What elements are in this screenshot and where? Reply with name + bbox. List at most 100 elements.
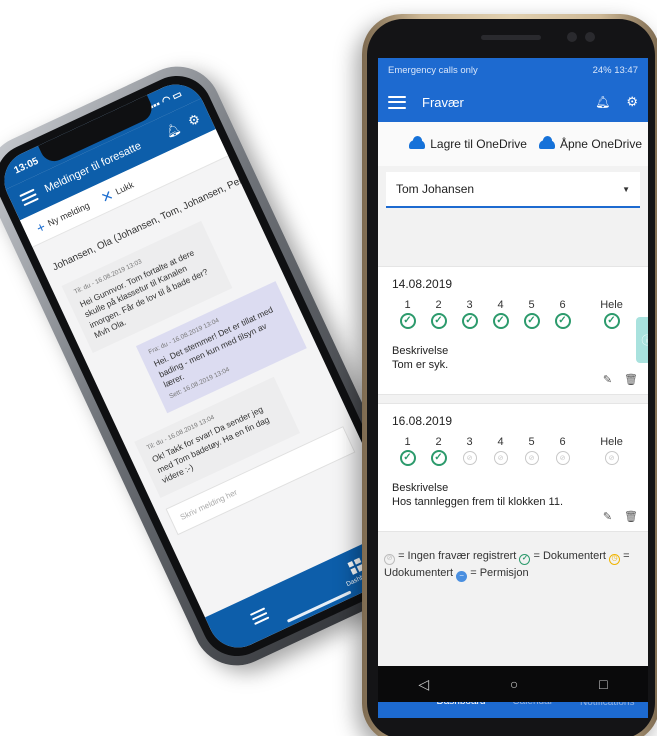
- gear-icon[interactable]: ⚙: [186, 111, 203, 130]
- absence-date: 16.08.2019: [392, 414, 453, 428]
- permission-icon: –: [456, 570, 468, 582]
- period-number: 2: [435, 436, 442, 448]
- home-icon[interactable]: ○: [510, 676, 518, 692]
- menu-icon[interactable]: [19, 188, 39, 207]
- save-to-onedrive-label: Lagre til OneDrive: [430, 137, 527, 151]
- earpiece-speaker: [481, 35, 541, 40]
- period-cell: 2 ✓: [423, 436, 454, 466]
- open-onedrive-label: Åpne OneDrive: [559, 137, 642, 151]
- period-number: 5: [528, 436, 535, 448]
- no-absence-icon: ⊘: [555, 451, 570, 465]
- status-carrier-text: Emergency calls only: [388, 64, 478, 76]
- period-number: 4: [497, 299, 504, 311]
- ios-status-time: 13:05: [12, 155, 41, 177]
- no-absence-icon: ⊘: [384, 553, 395, 565]
- period-number: 6: [559, 436, 566, 448]
- legend-documented: = Dokumentert: [533, 550, 606, 562]
- info-tab[interactable]: ⓘ: [636, 317, 648, 363]
- period-cell: 6 ⊘: [547, 436, 578, 466]
- plus-icon: +: [33, 217, 48, 236]
- dropdown-arrow-icon: ▼: [622, 184, 630, 194]
- absence-card: 14.08.2019 1 ✓ 2 ✓ 3 ✓ 4 ✓ 5 ✓ 6 ✓ Hele …: [378, 266, 648, 395]
- save-to-onedrive-button[interactable]: Lagre til OneDrive: [409, 135, 527, 151]
- whole-day-cell: Hele ⊘: [596, 436, 627, 466]
- gear-icon[interactable]: ⚙: [626, 94, 638, 110]
- card-tools: ✎ 🗑︎: [392, 510, 638, 523]
- check-circle-icon: ✓: [461, 313, 478, 329]
- close-x-icon[interactable]: ✕: [243, 169, 260, 188]
- student-select-value: Tom Johansen: [396, 182, 475, 196]
- page-title: Fravær: [422, 94, 464, 110]
- cloud-icon: [409, 135, 426, 149]
- period-number: 4: [497, 436, 504, 448]
- legend-permission: = Permisjon: [470, 567, 529, 580]
- whole-day-label: Hele: [600, 299, 623, 311]
- bell-icon[interactable]: 🔔︎: [163, 121, 183, 140]
- trash-icon[interactable]: 🗑︎: [624, 373, 638, 386]
- period-cell: 3 ✓: [454, 299, 485, 329]
- front-sensor: [585, 32, 595, 42]
- absence-card: 16.08.2019 1 ✓ 2 ✓ 3 ⊘ 4 ⊘ 5 ⊘ 6 ⊘ Hele …: [378, 403, 648, 532]
- trash-icon[interactable]: 🗑︎: [624, 510, 638, 523]
- menu-icon[interactable]: [388, 95, 406, 109]
- description-label: Beskrivelse: [392, 345, 449, 357]
- description-label: Beskrivelse: [392, 482, 449, 494]
- check-circle-icon: ✓: [399, 313, 416, 329]
- open-onedrive-button[interactable]: Åpne OneDrive: [538, 135, 642, 151]
- description-text: Tom er syk.: [392, 359, 449, 371]
- period-cell: 3 ⊘: [454, 436, 485, 466]
- no-absence-icon: ⊘: [524, 451, 539, 465]
- period-cell: 4 ✓: [485, 299, 516, 329]
- period-number: 3: [466, 299, 473, 311]
- recents-icon[interactable]: □: [599, 676, 607, 692]
- info-icon: ⓘ: [641, 335, 649, 347]
- check-circle-icon: ✓: [554, 313, 571, 329]
- android-nav-bar: ◁ ○ □: [378, 666, 648, 702]
- whole-day-cell: Hele ✓: [596, 299, 627, 329]
- no-absence-icon: ⊘: [493, 451, 508, 465]
- period-row: 1 ✓ 2 ✓ 3 ⊘ 4 ⊘ 5 ⊘ 6 ⊘ Hele ⊘: [392, 436, 638, 466]
- close-icon: ✕: [98, 186, 116, 206]
- period-cell: 5 ✓: [516, 299, 547, 329]
- check-circle-icon: ✓: [603, 313, 620, 329]
- close-thread-label: Lukk: [113, 179, 136, 197]
- android-status-bar: Emergency calls only 24% 13:47: [378, 58, 648, 82]
- check-circle-icon: ✓: [399, 450, 416, 466]
- period-cell: 1 ✓: [392, 299, 423, 329]
- description-text: Hos tannleggen frem til klokken 11.: [392, 496, 563, 508]
- bell-icon[interactable]: 🔔︎: [595, 95, 610, 109]
- period-row: 1 ✓ 2 ✓ 3 ✓ 4 ✓ 5 ✓ 6 ✓ Hele ✓: [392, 299, 638, 329]
- iphone-screen: 13:05 ▪▪▪ ◠ ▭ Meldinger til foresatte 🔔︎…: [0, 74, 420, 658]
- check-circle-icon: ✓: [523, 313, 540, 329]
- period-cell: 4 ⊘: [485, 436, 516, 466]
- check-circle-icon: ✓: [492, 313, 509, 329]
- period-number: 3: [466, 436, 473, 448]
- legend-none: = Ingen fravær registrert: [398, 550, 517, 562]
- card-tools: ✎ 🗑︎: [392, 373, 638, 386]
- period-cell: 2 ✓: [423, 299, 454, 329]
- period-number: 6: [559, 299, 566, 311]
- cloud-icon: [538, 135, 555, 149]
- period-cell: 1 ✓: [392, 436, 423, 466]
- edit-pencil-icon[interactable]: ✎: [603, 510, 612, 523]
- android-device: Emergency calls only 24% 13:47 Fravær 🔔︎…: [362, 14, 657, 736]
- period-number: 2: [435, 299, 442, 311]
- android-app-bar: Fravær 🔔︎ ⚙: [378, 82, 648, 122]
- period-number: 1: [404, 436, 411, 448]
- ios-tab-menu[interactable]: [249, 607, 270, 625]
- check-circle-icon: ✓: [430, 313, 447, 329]
- period-cell: 5 ⊘: [516, 436, 547, 466]
- period-cell: 6 ✓: [547, 299, 578, 329]
- front-camera: [567, 32, 577, 42]
- check-circle-icon: ✓: [430, 450, 447, 466]
- edit-pencil-icon[interactable]: ✎: [603, 373, 612, 386]
- absence-date: 14.08.2019: [392, 277, 453, 291]
- period-number: 1: [404, 299, 411, 311]
- clock-icon: ◷: [609, 553, 621, 565]
- android-screen: Emergency calls only 24% 13:47 Fravær 🔔︎…: [378, 58, 648, 718]
- home-indicator: [286, 590, 352, 623]
- whole-day-label: Hele: [600, 436, 623, 448]
- student-select[interactable]: Tom Johansen ▼: [386, 172, 640, 208]
- back-icon[interactable]: ◁: [418, 676, 429, 693]
